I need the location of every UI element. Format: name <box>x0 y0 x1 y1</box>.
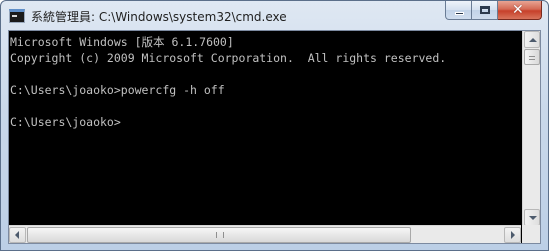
arrow-left-icon <box>15 231 19 239</box>
cmd-icon[interactable] <box>9 9 25 23</box>
arrow-down-icon <box>529 216 537 220</box>
scrollbar-corner <box>522 225 540 243</box>
console-prompt[interactable]: C:\Users\joaoko> <box>10 114 521 130</box>
title-bar[interactable]: 系統管理員: C:\Windows\system32\cmd.exe ✕ <box>1 1 548 31</box>
arrow-right-icon <box>511 231 515 239</box>
horizontal-scrollbar[interactable] <box>9 225 521 243</box>
console-client-area: Microsoft Windows [版本 6.1.7600] Copyrigh… <box>8 30 541 244</box>
minimize-icon <box>455 12 464 15</box>
maximize-button[interactable] <box>472 1 498 20</box>
maximize-icon <box>480 6 490 14</box>
scroll-up-button[interactable] <box>524 31 540 48</box>
scroll-left-button[interactable] <box>9 227 26 243</box>
vertical-scrollbar[interactable] <box>522 31 540 226</box>
close-icon: ✕ <box>512 2 524 18</box>
close-button[interactable]: ✕ <box>498 1 542 20</box>
console-line: C:\Users\joaoko>powercfg -h off <box>10 83 225 97</box>
scroll-down-button[interactable] <box>524 209 540 226</box>
console-output[interactable]: Microsoft Windows [版本 6.1.7600] Copyrigh… <box>9 31 521 226</box>
window-title: 系統管理員: C:\Windows\system32\cmd.exe <box>31 10 287 24</box>
caption-buttons: ✕ <box>445 1 542 21</box>
vertical-scroll-thumb[interactable] <box>524 49 540 65</box>
arrow-up-icon <box>529 38 537 42</box>
minimize-button[interactable] <box>445 1 472 20</box>
horizontal-scroll-thumb[interactable] <box>27 227 411 243</box>
cmd-window: 系統管理員: C:\Windows\system32\cmd.exe ✕ Mic… <box>0 0 549 251</box>
console-line: Copyright (c) 2009 Microsoft Corporation… <box>10 51 447 65</box>
scroll-right-button[interactable] <box>504 227 521 243</box>
console-line: Microsoft Windows [版本 6.1.7600] <box>10 35 234 49</box>
